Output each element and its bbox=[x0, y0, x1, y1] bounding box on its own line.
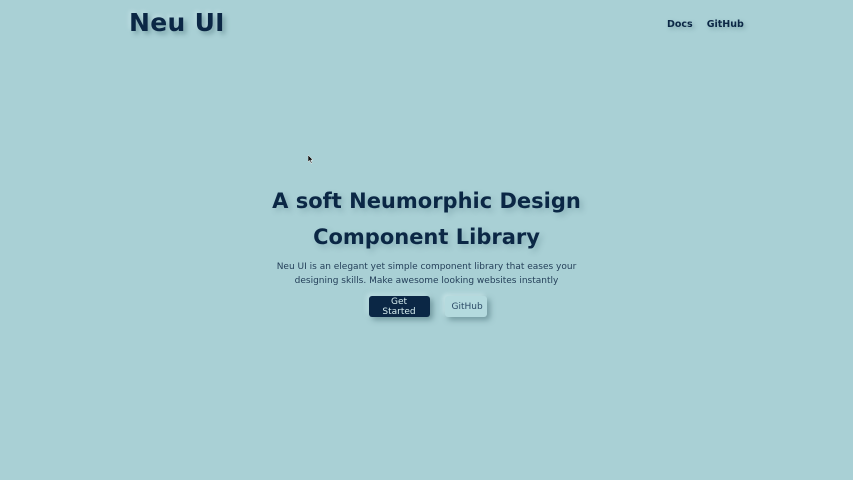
github-button[interactable]: GitHub bbox=[444, 296, 487, 317]
logo[interactable]: Neu UI bbox=[129, 8, 225, 37]
get-started-button[interactable]: Get Started bbox=[368, 296, 430, 317]
nav-docs-link[interactable]: Docs bbox=[664, 18, 696, 31]
site-header: Neu UI Docs GitHub bbox=[0, 0, 853, 50]
hero-section: A soft Neumorphic Design Component Libra… bbox=[0, 183, 853, 317]
top-nav: Docs GitHub bbox=[664, 18, 747, 31]
nav-github-link[interactable]: GitHub bbox=[704, 18, 747, 31]
hero-description: Neu UI is an elegant yet simple componen… bbox=[276, 262, 577, 286]
mouse-cursor-icon bbox=[308, 155, 314, 164]
hero-headline: A soft Neumorphic Design Component Libra… bbox=[0, 183, 853, 255]
headline-line-1: A soft Neumorphic Design bbox=[272, 189, 581, 213]
landing-page: Neu UI Docs GitHub A soft Neumorphic Des… bbox=[0, 0, 853, 480]
headline-line-2: Component Library bbox=[313, 225, 540, 249]
hero-actions: Get Started GitHub bbox=[0, 296, 853, 317]
